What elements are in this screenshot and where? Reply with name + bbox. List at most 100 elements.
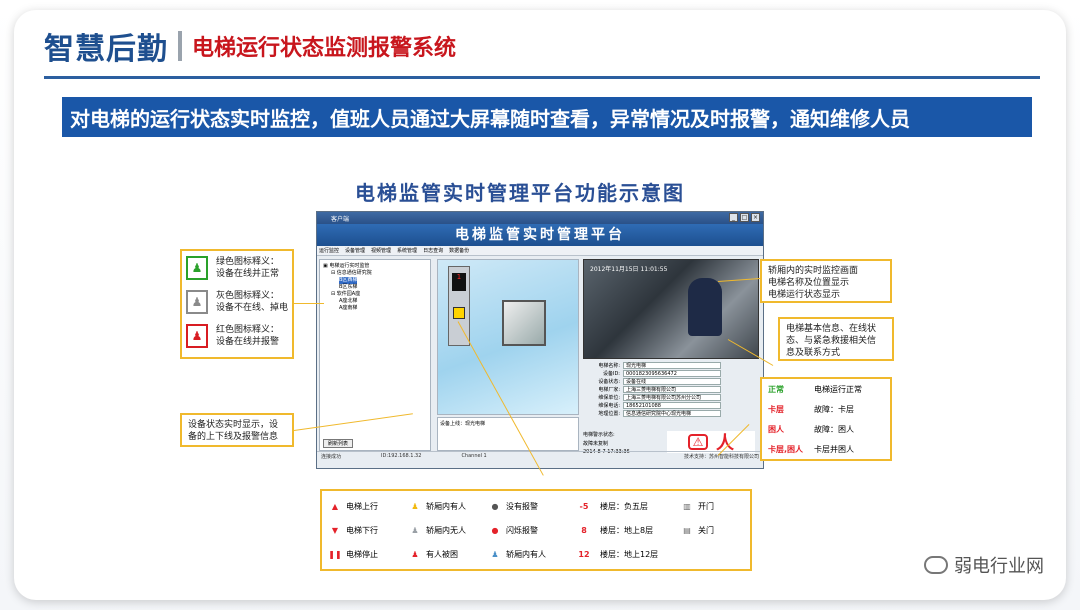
legend-person-none: ♟ 轿厢内无人 <box>408 523 466 537</box>
wechat-icon <box>924 556 948 574</box>
alarm-bell-gray-icon: ● <box>491 501 499 511</box>
floor-8-icon: 8 <box>581 525 587 535</box>
elevator-status-legend: 正常 电梯运行正常 卡层 故障：卡层 困人 故障：困人 卡层,困人 卡层并困人 <box>760 377 892 461</box>
watermark-text: 弱电行业网 <box>954 556 1044 577</box>
legend-door-close: ▤ 关门 <box>680 523 714 537</box>
app-window: 客户端 _ □ × 电梯监管实时管理平台 运行监控 设备管理 视频管理 系统管理… <box>316 211 764 469</box>
elevator-indicator-panel: 1 <box>448 266 470 346</box>
alarm-indicator: ⚠ 人 <box>667 431 755 454</box>
refresh-button[interactable]: 刷新列表 <box>323 439 353 448</box>
legend-flash-alarm: ● 闪烁报警 <box>488 523 539 537</box>
diagram-title: 电梯监管实时管理平台功能示意图 <box>355 181 685 205</box>
watermark: 弱电行业网 <box>924 552 1044 578</box>
status-stuck-trapped: 卡层,困人 卡层并困人 <box>768 444 854 454</box>
video-callout: 轿厢内的实时监控画面 电梯名称及位置显示 电梯运行状态显示 <box>760 259 892 303</box>
door-open-icon: ▥ <box>683 501 691 511</box>
legend-floor-8: 8 楼层：地上8层 <box>572 523 653 537</box>
app-menu: 运行监控 设备管理 视频管理 系统管理 日志查询 数据备份 <box>317 246 763 256</box>
elevator-scene: 1 <box>437 259 579 415</box>
legend-trapped: ♟ 有人被困 <box>408 547 458 561</box>
warning-icon <box>453 307 465 319</box>
red-person-icon: ♟ <box>186 324 208 348</box>
gray-person-icon: ♟ <box>186 290 208 314</box>
person-yellow-icon: ♟ <box>411 501 419 511</box>
app-window-title: 客户端 <box>331 215 350 223</box>
legend-person-in: ♟ 轿厢内有人 <box>408 499 466 513</box>
icon-color-legend: ♟ 绿色图标释义： 设备在线并正常 ♟ 灰色图标释义： 设备不在线、掉电 ♟ 红色图… <box>180 249 294 359</box>
status-channel: Channel 1 <box>461 453 487 459</box>
person-blue-icon: ♟ <box>491 549 499 559</box>
status-footer: 技术支持：苏州智能科技有限公司 <box>683 453 759 460</box>
device-tree: ▣ 电梯运行实时监管 ⊟ 信息通信研究院 B区西梯 B区东梯 ⊟ 软件园A座 A… <box>319 259 431 451</box>
tree-leaf-a-south[interactable]: A座南梯 <box>323 305 427 312</box>
tree-leaf-a-north[interactable]: A座北梯 <box>323 298 427 305</box>
arrow-down-icon: ▼ <box>331 525 339 535</box>
info-row: 设备状态: 设备在线 <box>583 377 759 385</box>
elevator-cabin-icon <box>502 300 546 346</box>
alarm-bell-red-icon: ● <box>491 525 499 535</box>
cabin-video-feed: 2012年11月15日 11:01:55 <box>583 259 759 359</box>
legend-person-in-2: ♟ 轿厢内有人 <box>488 547 546 561</box>
menu-item-backup[interactable]: 数据备份 <box>449 247 469 254</box>
menu-item-system[interactable]: 系统管理 <box>397 247 417 254</box>
tree-node-park-a[interactable]: ⊟ 软件园A座 <box>323 291 427 298</box>
legend-floor-12: 12 楼层：地上12层 <box>572 547 658 561</box>
legend-gray: ♟ 灰色图标释义： 设备不在线、掉电 <box>182 285 292 319</box>
connector-line <box>294 303 324 304</box>
person-gray-icon: ♟ <box>411 525 419 535</box>
app-titlebar: 客户端 _ □ × <box>317 212 763 224</box>
device-log-box: 设备上线：现光电梯 <box>437 417 579 451</box>
legend-door-open: ▥ 开门 <box>680 499 714 513</box>
info-row: 地理位置: 信息通信研究院中心现光电梯 <box>583 409 759 417</box>
status-trapped: 困人 故障：困人 <box>768 424 854 434</box>
status-stuck-floor: 卡层 故障：卡层 <box>768 404 854 414</box>
floor-minus5-icon: -5 <box>579 501 589 511</box>
info-callout: 电梯基本信息、在线状 态、与紧急救援相关信 息及联系方式 <box>778 317 894 361</box>
page-subtitle: 电梯运行状态监测报警系统 <box>192 36 457 61</box>
person-red-icon: ♟ <box>411 549 419 559</box>
icon-legend: ▲ 电梯上行 ▼ 电梯下行 ❚❚ 电梯停止 ♟ 轿厢内有人 ♟ 轿厢内无人 ♟ 有人被困 ●… <box>320 489 752 571</box>
alarm-trapped-icon: ⚠ <box>688 434 708 450</box>
info-row: 维保电话: 18652101088 <box>583 401 759 409</box>
page-title: 智慧后勤 <box>44 32 168 67</box>
tree-node-institute[interactable]: ⊟ 信息通信研究院 <box>323 270 427 277</box>
info-row: 设备ID: 0001823095636472 <box>583 369 759 377</box>
header: 智慧后勤 电梯运行状态监测报警系统 <box>44 24 456 68</box>
tree-leaf-b-east[interactable]: B区东梯 <box>323 284 427 291</box>
maximize-icon[interactable]: □ <box>740 213 749 222</box>
video-person-silhouette <box>688 278 722 336</box>
app-status-bar: 连接成功 ID:192.168.1.32 Channel 1 技术支持：苏州智能… <box>317 451 763 460</box>
legend-green: ♟ 绿色图标释义： 设备在线并正常 <box>182 251 292 285</box>
status-display-callout: 设备状态实时显示，设 备的上下线及报警信息 <box>180 413 294 447</box>
floor-12-icon: 12 <box>578 549 590 559</box>
pause-icon: ❚❚ <box>328 549 342 559</box>
device-log-text: 设备上线：现光电梯 <box>440 421 486 427</box>
close-icon[interactable]: × <box>751 213 760 222</box>
legend-floor-minus5: -5 楼层：负五层 <box>572 499 648 513</box>
menu-item-devices[interactable]: 设备管理 <box>345 247 365 254</box>
description-banner: 对电梯的运行状态实时监控，值班人员通过大屏幕随时查看，异常情况及时报警，通知维修… <box>62 97 1032 137</box>
window-controls: _ □ × <box>729 213 760 222</box>
slide: 智慧后勤 电梯运行状态监测报警系统 对电梯的运行状态实时监控，值班人员通过大屏幕… <box>0 0 1080 610</box>
floor-display: 1 <box>452 273 466 291</box>
door-close-icon: ▤ <box>683 525 691 535</box>
info-row: 电梯厂家: 上海三菱电梯有限公司 <box>583 385 759 393</box>
app-banner: 电梯监管实时管理平台 <box>317 224 763 246</box>
status-ip: ID:192.168.1.32 <box>381 453 422 459</box>
title-separator <box>178 31 182 61</box>
header-rule <box>44 76 1040 79</box>
green-person-icon: ♟ <box>186 256 208 280</box>
arrow-up-icon: ▲ <box>331 501 339 511</box>
tree-leaf-b-west[interactable]: B区西梯 <box>323 277 427 284</box>
status-normal: 正常 电梯运行正常 <box>768 384 862 394</box>
menu-item-monitor[interactable]: 运行监控 <box>319 247 339 254</box>
minimize-icon[interactable]: _ <box>729 213 738 222</box>
legend-down: ▼ 电梯下行 <box>328 523 378 537</box>
legend-no-alarm: ● 没有报警 <box>488 499 539 513</box>
tree-root[interactable]: ▣ 电梯运行实时监管 <box>323 263 427 270</box>
legend-stop: ❚❚ 电梯停止 <box>328 549 378 559</box>
menu-item-video[interactable]: 视频管理 <box>371 247 391 254</box>
menu-item-logs[interactable]: 日志查询 <box>423 247 443 254</box>
legend-up: ▲ 电梯上行 <box>328 499 378 513</box>
legend-red: ♟ 红色图标释义： 设备在线并报警 <box>182 319 292 353</box>
